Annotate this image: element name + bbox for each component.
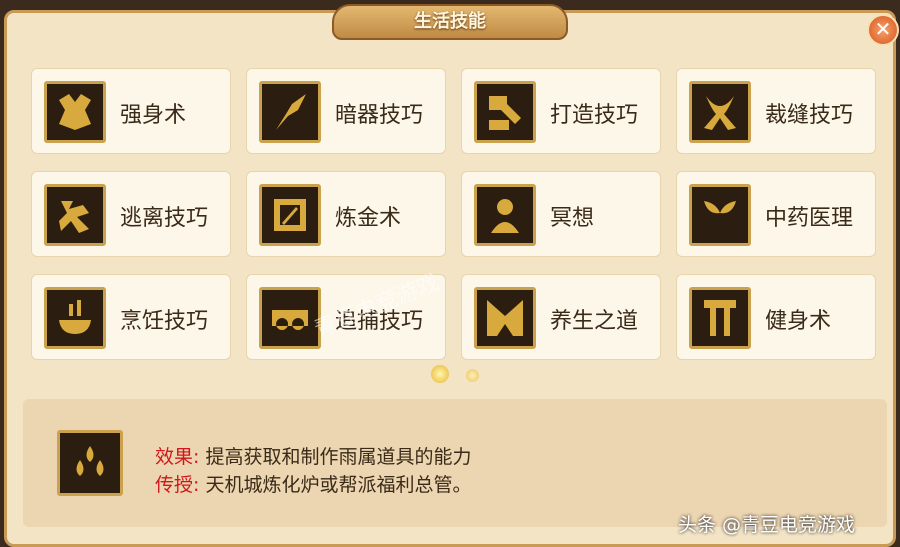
teach-key: 传授: [155,474,200,496]
escape-icon [44,184,106,246]
skill-grid: 强身术 暗器技巧 打造技巧 裁缝技巧 逃离技巧 炼金术 冥想 中药医理 烹饪技巧… [31,68,877,360]
wellness-icon [474,287,536,349]
meditation-icon [474,184,536,246]
skill-card-escape[interactable]: 逃离技巧 [31,171,231,257]
skill-label: 逃离技巧 [120,206,209,231]
skill-card-fitness[interactable]: 健身术 [676,274,876,360]
skill-label: 炼金术 [335,206,402,231]
skill-card-alchemy[interactable]: 炼金术 [246,171,446,257]
effect-line: 效果: 提高获取和制作雨属道具的能力 [155,442,471,469]
effect-value: 提高获取和制作雨属道具的能力 [205,446,472,468]
skill-label: 强身术 [120,103,187,128]
skill-card-meditation[interactable]: 冥想 [461,171,661,257]
skill-card-herbal-medicine[interactable]: 中药医理 [676,171,876,257]
skill-card-cooking[interactable]: 烹饪技巧 [31,274,231,360]
water-drops-icon [57,430,123,496]
fitness-icon [689,287,751,349]
skill-card-wellness[interactable]: 养生之道 [461,274,661,360]
hammer-icon [474,81,536,143]
strength-icon [44,81,106,143]
skill-card-tailoring[interactable]: 裁缝技巧 [676,68,876,154]
skill-label: 打造技巧 [550,103,639,128]
skill-label: 养生之道 [550,309,639,334]
skill-label: 裁缝技巧 [765,103,854,128]
close-icon: ✕ [874,17,892,41]
skill-label: 烹饪技巧 [120,309,209,334]
footer-credit: 头条 @青豆电竞游戏 [678,514,856,536]
skill-card-forging[interactable]: 打造技巧 [461,68,661,154]
dart-icon [259,81,321,143]
skill-card-dart[interactable]: 暗器技巧 [246,68,446,154]
effect-key: 效果: [155,446,200,468]
skill-label: 暗器技巧 [335,103,424,128]
skill-label: 健身术 [765,309,832,334]
herb-icon [689,184,751,246]
scissors-icon [689,81,751,143]
teach-value: 天机城炼化炉或帮派福利总管。 [205,474,472,496]
skill-card-strength[interactable]: 强身术 [31,68,231,154]
window-title: 生活技能 [414,11,486,32]
title-bar: 生活技能 [332,4,568,40]
cooking-icon [44,287,106,349]
teach-line: 传授: 天机城炼化炉或帮派福利总管。 [155,470,471,497]
alchemy-icon [259,184,321,246]
skill-label: 中药医理 [765,206,854,231]
skill-label: 冥想 [550,206,595,231]
page-dot-active[interactable] [431,365,449,383]
page-dot[interactable] [466,369,479,382]
close-button[interactable]: ✕ [867,14,899,46]
